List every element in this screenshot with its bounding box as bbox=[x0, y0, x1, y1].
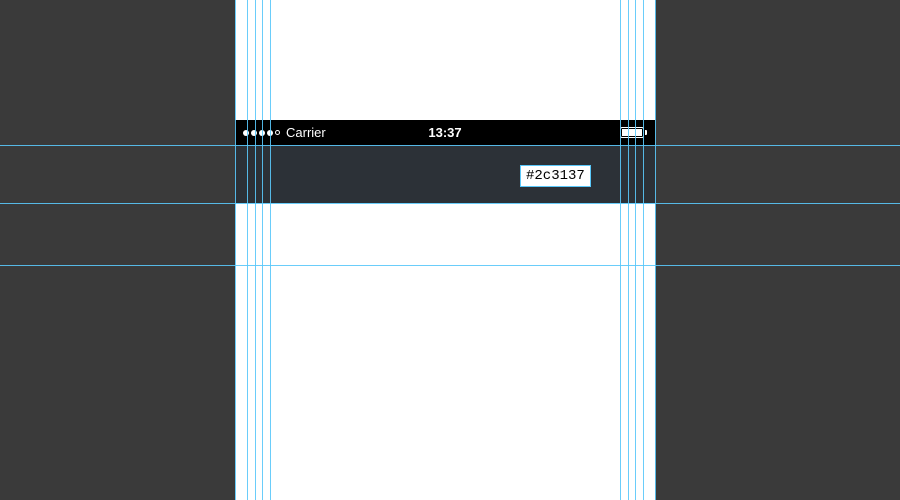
guide-vertical[interactable] bbox=[643, 0, 644, 500]
guide-horizontal[interactable] bbox=[0, 265, 900, 266]
guide-vertical[interactable] bbox=[262, 0, 263, 500]
guide-vertical[interactable] bbox=[247, 0, 248, 500]
guide-horizontal[interactable] bbox=[0, 145, 900, 146]
device-screen: Carrier 13:37 bbox=[235, 0, 655, 500]
status-bar: Carrier 13:37 bbox=[235, 120, 655, 145]
guide-vertical[interactable] bbox=[620, 0, 621, 500]
status-time: 13:37 bbox=[235, 125, 655, 140]
guide-vertical[interactable] bbox=[255, 0, 256, 500]
guide-vertical[interactable] bbox=[628, 0, 629, 500]
navigation-bar[interactable] bbox=[235, 145, 655, 203]
guide-vertical[interactable] bbox=[235, 0, 236, 500]
design-canvas[interactable]: Carrier 13:37 #2c3137 bbox=[0, 0, 900, 500]
screen-area-above-statusbar bbox=[235, 0, 655, 120]
guide-vertical[interactable] bbox=[270, 0, 271, 500]
guide-vertical[interactable] bbox=[655, 0, 656, 500]
guide-vertical[interactable] bbox=[635, 0, 636, 500]
guide-horizontal[interactable] bbox=[0, 203, 900, 204]
content-area[interactable] bbox=[235, 203, 655, 500]
color-annotation-label[interactable]: #2c3137 bbox=[520, 165, 591, 187]
device-frame: Carrier 13:37 bbox=[235, 0, 655, 500]
